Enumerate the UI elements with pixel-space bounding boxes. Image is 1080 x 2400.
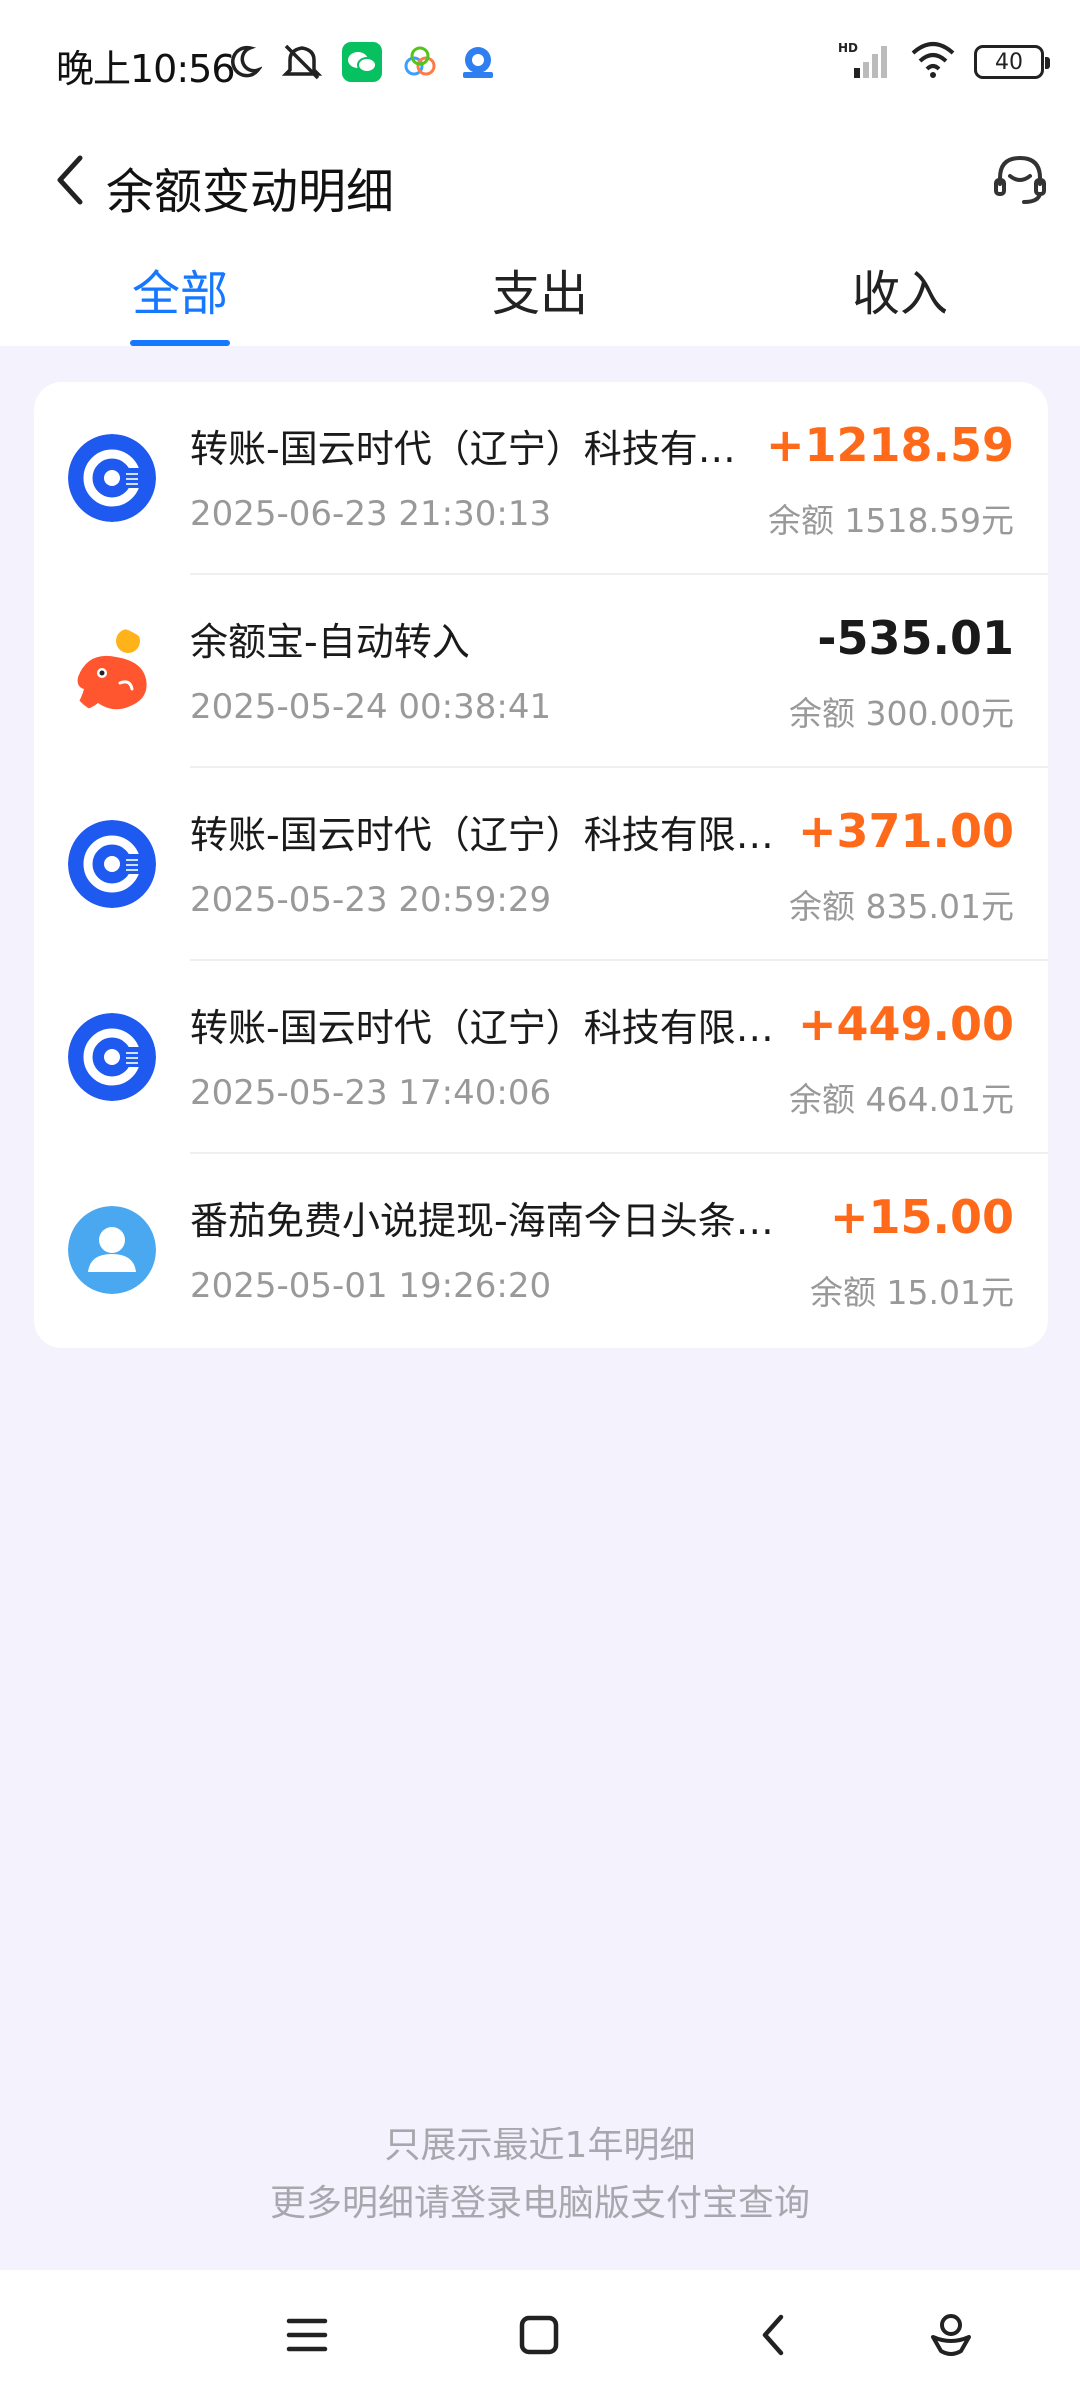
- menu-button[interactable]: [262, 2290, 352, 2380]
- status-bar: 晚上10:56 HD 40: [0, 0, 1080, 120]
- top-area: 晚上10:56 HD 40 余额变动明细 全部 支出 收入: [0, 0, 1080, 346]
- app-icon-2: [458, 42, 498, 82]
- tab-expense[interactable]: 支出: [440, 254, 640, 344]
- moon-icon: [228, 44, 262, 80]
- transaction-title: 转账-国云时代（辽宁）科技有限…: [190, 1006, 774, 1050]
- tab-income[interactable]: 收入: [800, 254, 1000, 344]
- transaction-amount: +15.00: [829, 1190, 1014, 1244]
- menu-icon: [286, 2318, 328, 2352]
- transaction-amount: +449.00: [797, 997, 1014, 1051]
- back-nav-button[interactable]: [728, 2290, 818, 2380]
- transaction-row[interactable]: 番茄免费小说提现-海南今日头条… +15.00 2025-05-01 19:26…: [34, 1154, 1048, 1347]
- nav-bar: 余额变动明细: [0, 120, 1080, 240]
- transaction-row[interactable]: 转账-国云时代（辽宁）科技有… +1218.59 2025-06-23 21:3…: [34, 382, 1048, 575]
- transaction-time: 2025-05-01 19:26:20: [190, 1266, 552, 1306]
- tab-all[interactable]: 全部: [80, 254, 280, 344]
- transaction-title: 番茄免费小说提现-海南今日头条…: [190, 1199, 774, 1243]
- transaction-title: 转账-国云时代（辽宁）科技有限…: [190, 813, 774, 857]
- transaction-amount: -535.01: [817, 611, 1014, 665]
- transaction-row[interactable]: 转账-国云时代（辽宁）科技有限… +371.00 2025-05-23 20:5…: [34, 768, 1048, 961]
- mute-icon: [280, 42, 324, 82]
- footer-note-line1: 只展示最近1年明细: [384, 2125, 696, 2166]
- transaction-row[interactable]: 余额宝-自动转入 -535.01 2025-05-24 00:38:41 余额 …: [34, 575, 1048, 768]
- assistant-icon: [931, 2314, 971, 2356]
- user-avatar-icon: [68, 1206, 156, 1294]
- chevron-left-icon: [57, 155, 83, 205]
- status-icons-left: [228, 40, 498, 84]
- home-button[interactable]: [494, 2290, 584, 2380]
- transaction-balance: 余额 15.01元: [810, 1273, 1014, 1312]
- transaction-row[interactable]: 转账-国云时代（辽宁）科技有限… +449.00 2025-05-23 17:4…: [34, 961, 1048, 1154]
- battery-icon: 40: [974, 45, 1050, 79]
- transaction-title: 转账-国云时代（辽宁）科技有…: [190, 427, 736, 471]
- app-icon: [400, 42, 440, 82]
- transaction-amount: +371.00: [797, 804, 1014, 858]
- system-nav-bar: [0, 2270, 1080, 2400]
- status-right: HD 40: [838, 38, 1050, 86]
- transaction-time: 2025-06-23 21:30:13: [190, 494, 552, 534]
- signal-icon: HD: [838, 40, 892, 84]
- back-button[interactable]: [30, 130, 110, 230]
- chevron-left-icon: [762, 2314, 784, 2356]
- transaction-time: 2025-05-23 20:59:29: [190, 880, 552, 920]
- transaction-amount: +1218.59: [765, 418, 1014, 472]
- transfer-logo-icon: [68, 820, 156, 908]
- assistant-button[interactable]: [906, 2290, 996, 2380]
- yuebao-logo-icon: [76, 629, 147, 710]
- status-time: 晚上10:56: [56, 47, 236, 91]
- transaction-balance: 余额 1518.59元: [768, 501, 1014, 540]
- headset-icon: [994, 155, 1046, 204]
- transaction-balance: 余额 300.00元: [789, 694, 1014, 733]
- hd-label: HD: [838, 41, 858, 55]
- transaction-time: 2025-05-23 17:40:06: [190, 1073, 552, 1113]
- transaction-time: 2025-05-24 00:38:41: [190, 687, 552, 727]
- transaction-title: 余额宝-自动转入: [190, 620, 470, 664]
- transaction-list: 转账-国云时代（辽宁）科技有… +1218.59 2025-06-23 21:3…: [34, 382, 1048, 1348]
- square-home-icon: [519, 2315, 559, 2355]
- wechat-icon: [342, 42, 382, 82]
- battery-level: 40: [995, 49, 1023, 75]
- transaction-balance: 余额 835.01元: [789, 887, 1014, 926]
- filter-tabs: 全部 支出 收入: [0, 240, 1080, 346]
- transaction-balance: 余额 464.01元: [789, 1080, 1014, 1119]
- footer-note-line2: 更多明细请登录电脑版支付宝查询: [269, 2183, 810, 2224]
- transfer-logo-icon: [68, 434, 156, 522]
- transfer-logo-icon: [68, 1013, 156, 1101]
- wifi-icon: [910, 41, 956, 83]
- page-title: 余额变动明细: [106, 164, 395, 220]
- customer-service-button[interactable]: [980, 130, 1060, 230]
- active-tab-indicator: [130, 340, 230, 346]
